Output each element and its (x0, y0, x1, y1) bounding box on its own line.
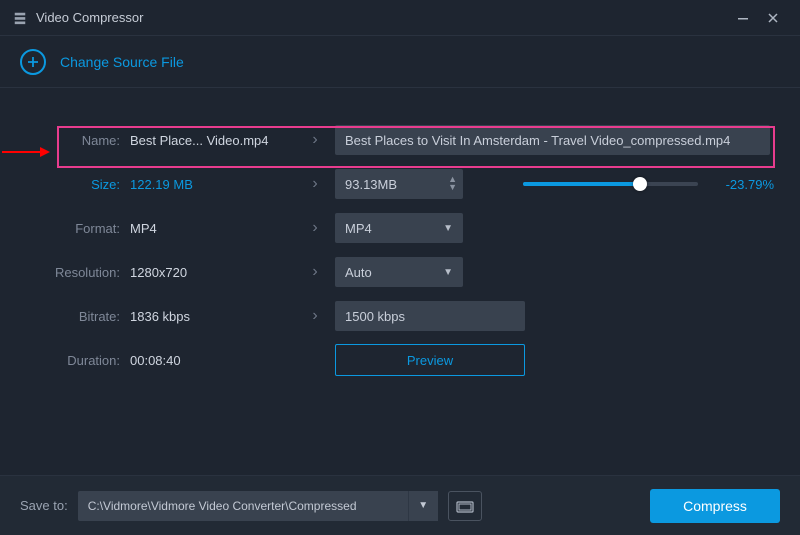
row-name: Name: Best Place... Video.mp4 › Best Pla… (20, 118, 780, 162)
chevron-right-icon: › (295, 307, 335, 325)
name-value: Best Place... Video.mp4 (130, 133, 295, 148)
chevron-down-icon: ▼ (418, 500, 428, 511)
output-name-value: Best Places to Visit In Amsterdam - Trav… (345, 133, 730, 148)
format-select[interactable]: MP4 ▼ (335, 213, 463, 243)
preview-label: Preview (407, 353, 453, 368)
save-to-label: Save to: (20, 498, 68, 513)
resolution-select[interactable]: Auto ▼ (335, 257, 463, 287)
target-size-input[interactable]: 93.13MB ▲▼ (335, 169, 463, 199)
bitrate-label: Bitrate: (20, 309, 130, 324)
row-bitrate: Bitrate: 1836 kbps › 1500 kbps (20, 294, 780, 338)
chevron-right-icon: › (295, 131, 335, 149)
add-icon (20, 49, 46, 75)
save-path-field[interactable]: C:\Vidmore\Vidmore Video Converter\Compr… (78, 491, 408, 521)
size-slider-thumb[interactable] (633, 177, 647, 191)
target-size-value: 93.13MB (345, 177, 397, 192)
bitrate-target: 1500 kbps (345, 309, 405, 324)
format-selected: MP4 (345, 221, 372, 236)
app-title: Video Compressor (36, 10, 143, 25)
change-source-label: Change Source File (60, 54, 184, 70)
minimize-button[interactable] (728, 3, 758, 33)
footer: Save to: C:\Vidmore\Vidmore Video Conver… (0, 475, 800, 535)
resolution-value: 1280x720 (130, 265, 295, 280)
duration-value: 00:08:40 (130, 353, 295, 368)
size-slider-wrap: -23.79% (523, 177, 774, 192)
row-format: Format: MP4 › MP4 ▼ (20, 206, 780, 250)
size-value: 122.19 MB (130, 177, 295, 192)
bitrate-input[interactable]: 1500 kbps (335, 301, 525, 331)
row-size: Size: 122.19 MB › 93.13MB ▲▼ -23.79% (20, 162, 780, 206)
compress-button[interactable]: Compress (650, 489, 780, 523)
change-source-row[interactable]: Change Source File (0, 36, 800, 88)
row-duration: Duration: 00:08:40 Preview (20, 338, 780, 382)
close-button[interactable] (758, 3, 788, 33)
row-resolution: Resolution: 1280x720 › Auto ▼ (20, 250, 780, 294)
size-slider-fill (523, 182, 640, 186)
save-path-value: C:\Vidmore\Vidmore Video Converter\Compr… (88, 499, 357, 513)
resolution-label: Resolution: (20, 265, 130, 280)
chevron-down-icon: ▼ (443, 223, 453, 234)
chevron-right-icon: › (295, 219, 335, 237)
size-label: Size: (20, 177, 130, 192)
chevron-down-icon: ▼ (443, 267, 453, 278)
format-label: Format: (20, 221, 130, 236)
bitrate-value: 1836 kbps (130, 309, 295, 324)
duration-label: Duration: (20, 353, 130, 368)
titlebar: Video Compressor (0, 0, 800, 36)
output-name-input[interactable]: Best Places to Visit In Amsterdam - Trav… (335, 125, 770, 155)
chevron-right-icon: › (295, 175, 335, 193)
annotation-arrow (2, 145, 50, 159)
compress-label: Compress (683, 498, 747, 514)
folder-icon (456, 499, 474, 513)
resolution-selected: Auto (345, 265, 372, 280)
stepper-icon[interactable]: ▲▼ (446, 174, 459, 194)
size-percent: -23.79% (716, 177, 774, 192)
preview-button[interactable]: Preview (335, 344, 525, 376)
content-area: Name: Best Place... Video.mp4 › Best Pla… (0, 88, 800, 382)
size-slider[interactable] (523, 182, 698, 186)
format-value: MP4 (130, 221, 295, 236)
open-folder-button[interactable] (448, 491, 482, 521)
chevron-right-icon: › (295, 263, 335, 281)
app-icon (12, 10, 28, 26)
save-path-dropdown[interactable]: ▼ (408, 491, 438, 521)
